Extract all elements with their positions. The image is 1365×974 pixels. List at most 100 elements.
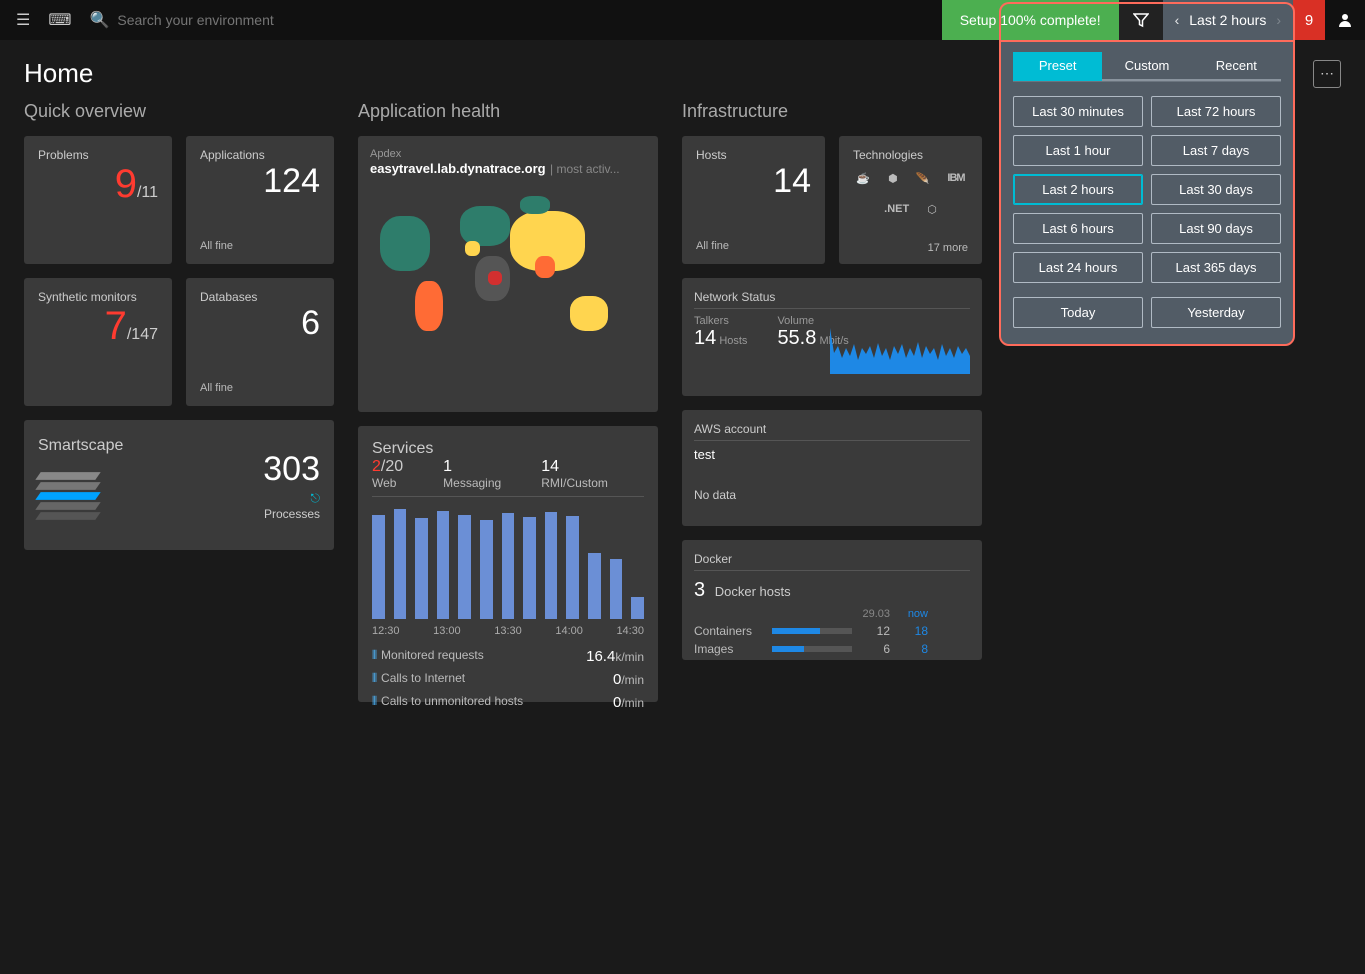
docker-row-images: Images68: [694, 642, 970, 656]
setup-complete-banner[interactable]: Setup 100% complete!: [942, 0, 1119, 40]
hosts-label: Hosts: [696, 148, 811, 162]
tab-recent[interactable]: Recent: [1192, 52, 1281, 81]
tile-technologies[interactable]: Technologies ☕ ⬢ 🪶 IBM .NET ⬡ 17 more: [839, 136, 982, 264]
tile-smartscape[interactable]: Smartscape 303 ⎋ Processes: [24, 420, 334, 550]
chart-bar: [458, 515, 471, 620]
preset-last-24-hours[interactable]: Last 24 hours: [1013, 252, 1143, 283]
preset-last-7-days[interactable]: Last 7 days: [1151, 135, 1281, 166]
tile-applications[interactable]: Applications 124 All fine: [186, 136, 334, 264]
talkers-value: 14: [694, 327, 716, 349]
tile-docker[interactable]: Docker 3 Docker hosts 29.03 now Containe…: [682, 540, 982, 660]
docker-col-now: now: [898, 608, 928, 620]
smartscape-value: 303: [263, 450, 320, 489]
tab-preset[interactable]: Preset: [1013, 52, 1102, 81]
databases-label: Databases: [200, 290, 320, 304]
tile-synthetic[interactable]: Synthetic monitors 7/147: [24, 278, 172, 406]
synthetic-value: 7: [105, 304, 127, 348]
page-title: Home: [24, 58, 93, 89]
smartscape-label: Smartscape: [38, 437, 123, 455]
keyboard-icon[interactable]: ⌨: [48, 10, 71, 30]
chevron-left-icon[interactable]: ‹: [1175, 12, 1180, 28]
preset-yesterday[interactable]: Yesterday: [1151, 297, 1281, 328]
timeframe-label: Last 2 hours: [1189, 12, 1266, 28]
network-title: Network Status: [694, 290, 970, 309]
xaxis-tick: 14:00: [555, 625, 583, 637]
timeframe-selector[interactable]: ‹ Last 2 hours ›: [1163, 0, 1293, 40]
preset-last-30-minutes[interactable]: Last 30 minutes: [1013, 96, 1143, 127]
topbar: ☰ ⌨ 🔍 Setup 100% complete! ‹ Last 2 hour…: [0, 0, 1365, 40]
more-actions-button[interactable]: ⋯: [1313, 60, 1341, 88]
tile-problems[interactable]: Problems 9/11: [24, 136, 172, 264]
applications-status: All fine: [200, 240, 233, 252]
search-icon[interactable]: 🔍: [89, 10, 109, 30]
chart-bar: [610, 559, 623, 620]
synthetic-denom: /147: [127, 326, 158, 343]
aws-title: AWS account: [694, 422, 970, 441]
apdex-meta: | most activ...: [550, 162, 620, 176]
search-input[interactable]: [117, 12, 337, 28]
chart-bar: [566, 516, 579, 619]
volume-value: 55.8: [777, 327, 816, 349]
tile-services[interactable]: Services 2/20Web1Messaging14RMI/Custom 1…: [358, 426, 658, 702]
databases-value: 6: [200, 304, 320, 343]
notification-badge[interactable]: 9: [1293, 0, 1325, 40]
chart-bar: [394, 509, 407, 619]
preset-last-90-days[interactable]: Last 90 days: [1151, 213, 1281, 244]
search-box[interactable]: 🔍: [89, 10, 337, 30]
world-map: [370, 186, 646, 386]
services-bar-chart: [372, 509, 644, 619]
preset-last-30-days[interactable]: Last 30 days: [1151, 174, 1281, 205]
tile-aws[interactable]: AWS account test No data: [682, 410, 982, 526]
infra-section-title: Infrastructure: [682, 101, 982, 122]
chart-bar: [631, 597, 644, 619]
services-label: Services: [372, 440, 644, 458]
smartscape-link-icon[interactable]: ⎋: [311, 491, 321, 505]
chart-bar: [545, 512, 558, 619]
smartscape-processes-label: Processes: [263, 507, 320, 521]
dotnet-icon: .NET: [884, 203, 909, 216]
chevron-right-icon[interactable]: ›: [1276, 12, 1281, 28]
problems-denom: /11: [137, 184, 158, 201]
java-icon: ☕: [856, 172, 870, 185]
preset-bottom: Today Yesterday: [1013, 297, 1281, 328]
tech-icons: ☕ ⬢ 🪶 IBM .NET ⬡: [853, 172, 968, 216]
user-menu[interactable]: [1325, 0, 1365, 40]
tile-apdex[interactable]: Apdex easytravel.lab.dynatrace.org | mos…: [358, 136, 658, 412]
docker-col-date: 29.03: [860, 608, 890, 620]
preset-last-72-hours[interactable]: Last 72 hours: [1151, 96, 1281, 127]
preset-last-1-hour[interactable]: Last 1 hour: [1013, 135, 1143, 166]
chart-bar: [480, 520, 493, 619]
preset-last-2-hours[interactable]: Last 2 hours: [1013, 174, 1143, 205]
services-stats: 2/20Web1Messaging14RMI/Custom: [372, 458, 644, 497]
apdex-domain: easytravel.lab.dynatrace.org: [370, 161, 546, 176]
nginx-icon: ⬡: [927, 203, 937, 216]
timeframe-popup: Preset Custom Recent Last 30 minutes Last…: [999, 40, 1295, 346]
preset-last-365-days[interactable]: Last 365 days: [1151, 252, 1281, 283]
chart-bar: [502, 513, 515, 619]
metric-calls-to-internet: ⫴Calls to Internet0/min: [372, 668, 644, 691]
apdex-label: Apdex: [370, 148, 646, 160]
tile-databases[interactable]: Databases 6 All fine: [186, 278, 334, 406]
apache-icon: 🪶: [916, 172, 930, 185]
chart-bar: [415, 518, 428, 619]
tile-hosts[interactable]: Hosts 14 All fine: [682, 136, 825, 264]
preset-last-6-hours[interactable]: Last 6 hours: [1013, 213, 1143, 244]
filter-button[interactable]: [1119, 0, 1163, 40]
docker-hosts-label: Docker hosts: [715, 584, 791, 599]
xaxis-tick: 13:00: [433, 625, 461, 637]
aws-nodata: No data: [694, 488, 970, 502]
hosts-value: 14: [696, 162, 811, 201]
docker-row-containers: Containers1218: [694, 624, 970, 638]
xaxis-tick: 12:30: [372, 625, 400, 637]
preset-today[interactable]: Today: [1013, 297, 1143, 328]
tech-more[interactable]: 17 more: [928, 242, 968, 254]
tile-network[interactable]: Network Status Talkers 14 Hosts Volume 5…: [682, 278, 982, 396]
docker-title: Docker: [694, 552, 970, 571]
tab-custom[interactable]: Custom: [1102, 52, 1191, 81]
problems-label: Problems: [38, 148, 158, 162]
menu-icon[interactable]: ☰: [16, 10, 30, 30]
xaxis-tick: 13:30: [494, 625, 522, 637]
metric-calls-to-unmonitored-hosts: ⫴Calls to unmonitored hosts0/min: [372, 691, 644, 714]
aws-name: test: [694, 447, 970, 462]
filter-icon: [1133, 12, 1149, 28]
